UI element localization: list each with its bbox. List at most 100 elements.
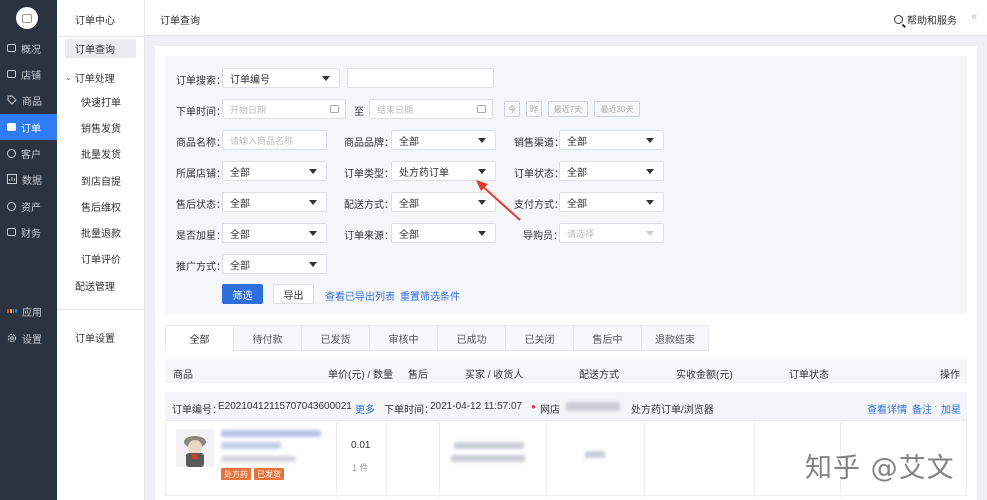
subnav-item-order-query[interactable]: 订单查询	[65, 39, 136, 58]
nav-item-label: 订单	[21, 123, 41, 135]
nav-item-orders[interactable]: 订单	[0, 114, 57, 140]
subnav-item-aftersale[interactable]: 售后维权	[65, 197, 136, 216]
caret-down-icon	[309, 200, 317, 205]
subnav-item-order-settings[interactable]: 订单设置	[65, 328, 136, 347]
wallet-icon	[7, 228, 16, 236]
star-link[interactable]: 加星	[941, 401, 961, 416]
quick-7days-button[interactable]: 最近7天	[548, 101, 588, 117]
tab-pending-payment[interactable]: 待付款	[233, 325, 301, 351]
promo-select[interactable]: 全部	[222, 254, 327, 274]
nav-item-finance[interactable]: 财务	[0, 219, 57, 245]
nav-item-store[interactable]: 店铺	[0, 61, 57, 87]
subnav-title: 订单中心	[75, 16, 115, 27]
quick-yesterday-button[interactable]: 昨	[526, 101, 542, 117]
quantity: 1 件	[352, 463, 369, 473]
order-time-label: 下单时间：	[384, 405, 434, 416]
view-exports-link[interactable]: 查看已导出列表	[325, 288, 395, 303]
redacted-product-title	[221, 430, 321, 437]
divider	[644, 421, 645, 497]
user-icon	[7, 148, 16, 158]
divider	[546, 421, 547, 497]
nav-item-overview[interactable]: 概况	[0, 35, 57, 61]
store-icon	[7, 70, 16, 78]
channel-label: 销售渠道：	[514, 138, 564, 149]
shipped-tag: 已发货	[254, 468, 284, 480]
shop-logo[interactable]	[16, 7, 38, 29]
end-date-placeholder: 结束日期	[377, 104, 414, 115]
nav-item-apps[interactable]: 应用	[0, 298, 57, 324]
subnav-group-order-processing[interactable]: ⌄ 订单处理	[65, 70, 115, 85]
main-nav: 概况 店铺 商品 订单 客户 数据 资产 财务 应用 设置	[0, 0, 57, 500]
nav-item-assets[interactable]: 资产	[0, 193, 57, 219]
col-header-status: 订单状态	[789, 370, 829, 381]
collapse-icon[interactable]: «	[971, 11, 977, 22]
tab-success[interactable]: 已成功	[437, 325, 505, 351]
apps-icon	[7, 306, 17, 316]
aftersale-select[interactable]: 全部	[222, 192, 327, 212]
delivery-select[interactable]: 全部	[391, 192, 496, 212]
separator: ·	[934, 401, 938, 412]
store-select[interactable]: 全部	[222, 161, 327, 181]
unit-price: 0.01	[351, 440, 371, 451]
subnav-item-batch-refund[interactable]: 批量退款	[65, 223, 136, 242]
nav-item-data[interactable]: 数据	[0, 166, 57, 192]
product-name-input[interactable]: 请输入商品名称	[222, 130, 327, 150]
remark-link[interactable]: 备注	[912, 401, 932, 416]
tab-aftersale[interactable]: 售后中	[573, 325, 641, 351]
tab-shipped[interactable]: 已发货	[301, 325, 369, 351]
select-value: 全部	[399, 136, 419, 148]
store-label: 所属店铺：	[176, 169, 226, 180]
channel-select[interactable]: 全部	[559, 130, 664, 150]
subnav-item-batch-ship[interactable]: 批量发货	[65, 144, 136, 163]
caret-down-icon	[309, 262, 317, 267]
export-button[interactable]: 导出	[273, 284, 314, 304]
order-status-label: 订单状态：	[514, 169, 564, 180]
reset-filters-link[interactable]: 重置筛选条件	[400, 288, 460, 303]
divider	[386, 421, 387, 497]
caret-down-icon	[478, 200, 486, 205]
nav-item-customers[interactable]: 客户	[0, 140, 57, 166]
nav-item-goods[interactable]: 商品	[0, 87, 57, 113]
nav-item-label: 资产	[21, 202, 41, 214]
start-date-input[interactable]: 开始日期	[222, 99, 346, 119]
divider	[439, 421, 440, 497]
subnav-item-delivery[interactable]: 配送管理	[65, 276, 136, 295]
time-label: 下单时间：	[176, 107, 226, 118]
help-button[interactable]: 帮助和服务	[894, 12, 957, 27]
nav-item-settings[interactable]: 设置	[0, 325, 57, 351]
search-input[interactable]	[347, 68, 494, 88]
guide-select[interactable]: 请选择	[559, 223, 664, 243]
caret-down-icon	[646, 138, 654, 143]
tab-refund-ended[interactable]: 退款结束	[641, 325, 709, 351]
nav-item-label: 设置	[22, 334, 42, 346]
order-summary-row: 订单编号： E20210412115707043600021 更多 下单时间： …	[165, 392, 967, 420]
more-link[interactable]: 更多	[355, 401, 375, 416]
view-detail-link[interactable]: 查看详情	[867, 401, 907, 416]
order-type-select[interactable]: 处方药订单	[391, 161, 496, 181]
order-status-select[interactable]: 全部	[559, 161, 664, 181]
calendar-icon	[330, 105, 339, 113]
filter-button[interactable]: 筛选	[222, 284, 263, 304]
pay-select[interactable]: 全部	[559, 192, 664, 212]
subnav-item-sales-ship[interactable]: 销售发货	[65, 118, 136, 137]
tab-reviewing[interactable]: 审核中	[369, 325, 437, 351]
select-value: 全部	[230, 198, 250, 210]
caret-down-icon	[646, 169, 654, 174]
divider	[57, 309, 145, 310]
pay-label: 支付方式：	[514, 200, 564, 211]
subnav-item-reviews[interactable]: 订单评价	[65, 249, 136, 268]
subnav-item-quick-print[interactable]: 快速打单	[65, 92, 136, 111]
subnav-item-pickup[interactable]: 到店自提	[65, 171, 136, 190]
end-date-input[interactable]: 结束日期	[369, 99, 493, 119]
source-select[interactable]: 全部	[391, 223, 496, 243]
brand-select[interactable]: 全部	[391, 130, 496, 150]
quick-30days-button[interactable]: 最近30天	[594, 101, 640, 117]
tab-all[interactable]: 全部	[165, 325, 233, 351]
search-type-select[interactable]: 订单编号	[222, 68, 340, 88]
select-value: 全部	[399, 229, 419, 241]
star-select[interactable]: 全部	[222, 223, 327, 243]
quick-today-button[interactable]: 今	[504, 101, 520, 117]
tab-closed[interactable]: 已关闭	[505, 325, 573, 351]
order-type-label: 订单类型：	[344, 169, 394, 180]
caret-down-icon	[478, 231, 486, 236]
